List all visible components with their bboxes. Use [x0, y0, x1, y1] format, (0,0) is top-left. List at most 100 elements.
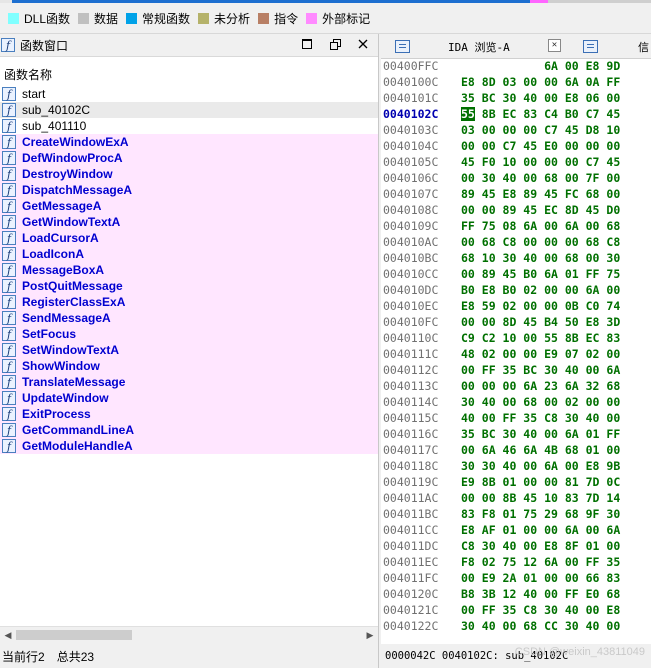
hex-bytes: 00 00 C7 45 E0 00 00 00 — [461, 139, 621, 153]
hex-line[interactable]: 0040120C B8 3B 12 40 00 FF E0 68 — [381, 586, 651, 602]
restore-icon — [329, 38, 341, 50]
function-name: GetWindowTextA — [22, 215, 121, 229]
hex-line[interactable]: 0040112C 00 FF 35 BC 30 40 00 6A — [381, 362, 651, 378]
hex-line[interactable]: 0040113C 00 00 00 6A 23 6A 32 68 — [381, 378, 651, 394]
hex-bytes: 83 F8 01 75 29 68 9F 30 — [461, 507, 621, 521]
hex-line[interactable]: 0040114C 30 40 00 68 00 02 00 00 — [381, 394, 651, 410]
function-list-item[interactable]: f GetWindowTextA — [0, 214, 378, 230]
tab-close-icon[interactable]: ✕ — [548, 39, 561, 52]
hex-address: 004011FC — [383, 571, 439, 585]
function-name: UpdateWindow — [22, 391, 109, 405]
function-name: GetMessageA — [22, 199, 102, 213]
legend-item-instruction: 指令 — [258, 10, 298, 27]
function-list-item[interactable]: f SendMessageA — [0, 310, 378, 326]
function-list-item[interactable]: f RegisterClassExA — [0, 294, 378, 310]
function-name: DestroyWindow — [22, 167, 113, 181]
function-list-item[interactable]: f DestroyWindow — [0, 166, 378, 182]
function-list-item[interactable]: f ShowWindow — [0, 358, 378, 374]
function-name: GetModuleHandleA — [22, 439, 133, 453]
hex-line[interactable]: 004011AC 00 00 8B 45 10 83 7D 14 — [381, 490, 651, 506]
function-list-item[interactable]: f TranslateMessage — [0, 374, 378, 390]
hex-line[interactable]: 004010BC 68 10 30 40 00 68 00 30 — [381, 250, 651, 266]
hex-line[interactable]: 0040100C E8 8D 03 00 00 6A 0A FF — [381, 74, 651, 90]
hex-line[interactable]: 004010CC 00 89 45 B0 6A 01 FF 75 — [381, 266, 651, 282]
function-icon: f — [2, 119, 16, 133]
hex-line[interactable]: 004010DC B0 E8 B0 02 00 00 6A 00 — [381, 282, 651, 298]
function-list-item[interactable]: f DefWindowProcA — [0, 150, 378, 166]
hex-line[interactable]: 0040122C 30 40 00 68 CC 30 40 00 — [381, 618, 651, 634]
function-icon: f — [1, 38, 15, 52]
function-list-item[interactable]: f start — [0, 86, 378, 102]
hex-line[interactable]: 004011CC E8 AF 01 00 00 6A 00 6A — [381, 522, 651, 538]
hex-line[interactable]: 00400FFC 6A 00 E8 9D — [381, 58, 651, 74]
legend-swatch — [306, 12, 318, 24]
hex-line[interactable]: 0040102C 55 8B EC 83 C4 B0 C7 45 — [381, 106, 651, 122]
hex-disassembly-view[interactable]: 00400FFC 6A 00 E8 9D 0040100C E8 8D 03 00 … — [381, 58, 651, 634]
legend-swatch — [198, 12, 210, 24]
legend-label: 数据 — [94, 11, 119, 26]
hex-line[interactable]: 0040118C 30 30 40 00 6A 00 E8 9B — [381, 458, 651, 474]
horizontal-scrollbar[interactable]: ◀ ▶ — [0, 626, 378, 644]
hex-bytes: 00 6A 46 6A 4B 68 01 00 — [461, 443, 621, 457]
hex-line[interactable]: 0040106C 00 30 40 00 68 00 7F 00 — [381, 170, 651, 186]
hex-line[interactable]: 0040103C 03 00 00 00 C7 45 D8 10 — [381, 122, 651, 138]
hex-bytes: 30 40 00 68 00 02 00 00 — [461, 395, 621, 409]
function-name: SetFocus — [22, 327, 77, 341]
restore-button[interactable] — [328, 37, 342, 51]
hex-line[interactable]: 0040116C 35 BC 30 40 00 6A 01 FF — [381, 426, 651, 442]
tab-second[interactable]: 信 — [577, 36, 651, 57]
close-button[interactable] — [356, 37, 370, 51]
hex-line[interactable]: 004010FC 00 00 8D 45 B4 50 E8 3D — [381, 314, 651, 330]
hex-address: 0040117C — [383, 443, 439, 457]
hex-address: 004010BC — [383, 251, 439, 265]
function-list-item[interactable]: f GetMessageA — [0, 198, 378, 214]
hex-line[interactable]: 0040104C 00 00 C7 45 E0 00 00 00 — [381, 138, 651, 154]
function-list-item[interactable]: f GetCommandLineA — [0, 422, 378, 438]
scroll-left-icon[interactable]: ◀ — [2, 629, 14, 641]
hex-line[interactable]: 0040101C 35 BC 30 40 00 E8 06 00 — [381, 90, 651, 106]
hex-bytes: F8 02 75 12 6A 00 FF 35 — [461, 555, 621, 569]
function-list-item[interactable]: f CreateWindowExA — [0, 134, 378, 150]
hex-line[interactable]: 004010AC 00 68 C8 00 00 00 68 C8 — [381, 234, 651, 250]
hex-line[interactable]: 0040117C 00 6A 46 6A 4B 68 01 00 — [381, 442, 651, 458]
hex-line[interactable]: 0040110C C9 C2 10 00 55 8B EC 83 — [381, 330, 651, 346]
function-list-item[interactable]: f DispatchMessageA — [0, 182, 378, 198]
function-icon: f — [2, 263, 16, 277]
function-list-item[interactable]: f SetWindowTextA — [0, 342, 378, 358]
function-list-item[interactable]: f PostQuitMessage — [0, 278, 378, 294]
legend-swatch — [8, 12, 19, 24]
function-list-item[interactable]: f sub_401110 — [0, 118, 378, 134]
function-list-item[interactable]: f GetModuleHandleA — [0, 438, 378, 454]
hex-line[interactable]: 004011EC F8 02 75 12 6A 00 FF 35 — [381, 554, 651, 570]
hex-line[interactable]: 0040119C E9 8B 01 00 00 81 7D 0C — [381, 474, 651, 490]
hex-line[interactable]: 0040111C 48 02 00 00 E9 07 02 00 — [381, 346, 651, 362]
scroll-right-icon[interactable]: ▶ — [364, 629, 376, 641]
function-list-item[interactable]: f ExitProcess — [0, 406, 378, 422]
maximize-button[interactable] — [300, 37, 314, 51]
hex-line[interactable]: 0040108C 00 00 89 45 EC 8D 45 D0 — [381, 202, 651, 218]
hex-line[interactable]: 0040107C 89 45 E8 89 45 FC 68 00 — [381, 186, 651, 202]
column-header-function-name[interactable]: 函数名称 — [4, 66, 52, 83]
hex-line[interactable]: 004011DC C8 30 40 00 E8 8F 01 00 — [381, 538, 651, 554]
hex-address: 004010FC — [383, 315, 439, 329]
hex-line[interactable]: 0040115C 40 00 FF 35 C8 30 40 00 — [381, 410, 651, 426]
function-icon: f — [2, 359, 16, 373]
function-list-item[interactable]: f SetFocus — [0, 326, 378, 342]
tab-ida-view-a[interactable]: IDA 浏览-A ✕ — [385, 36, 565, 57]
function-list-item[interactable]: f LoadIconA — [0, 246, 378, 262]
function-list-item[interactable]: f UpdateWindow — [0, 390, 378, 406]
hex-line[interactable]: 0040105C 45 F0 10 00 00 00 C7 45 — [381, 154, 651, 170]
function-name: CreateWindowExA — [22, 135, 129, 149]
hex-line[interactable]: 0040109C FF 75 08 6A 00 6A 00 68 — [381, 218, 651, 234]
hex-bytes: 00 00 00 6A 23 6A 32 68 — [461, 379, 621, 393]
hex-line[interactable]: 004010EC E8 59 02 00 00 0B C0 74 — [381, 298, 651, 314]
hex-line[interactable]: 0040121C 00 FF 35 C8 30 40 00 E8 — [381, 602, 651, 618]
function-list-item[interactable]: f LoadCursorA — [0, 230, 378, 246]
function-list-item[interactable]: f sub_40102C — [0, 102, 378, 118]
tab-bar: IDA 浏览-A ✕ 信 — [381, 34, 651, 59]
hex-line[interactable]: 004011FC 00 E9 2A 01 00 00 66 83 — [381, 570, 651, 586]
function-list-item[interactable]: f MessageBoxA — [0, 262, 378, 278]
hex-line[interactable]: 004011BC 83 F8 01 75 29 68 9F 30 — [381, 506, 651, 522]
legend-swatch — [126, 12, 138, 24]
scrollbar-thumb[interactable] — [16, 630, 132, 640]
